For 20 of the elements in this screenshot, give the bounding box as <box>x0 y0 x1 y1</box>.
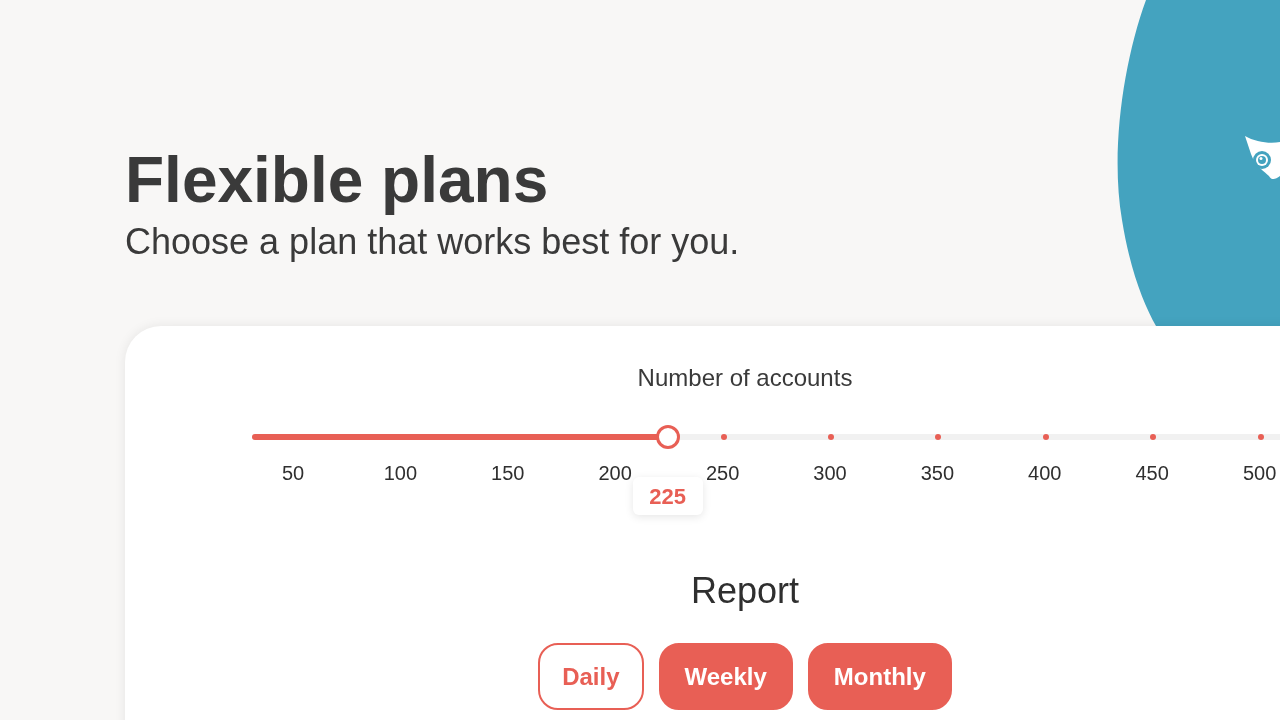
tick-label: 150 <box>490 461 526 486</box>
tick-label: 50 <box>280 461 306 486</box>
report-title: Report <box>690 569 800 613</box>
report-option[interactable]: Weekly <box>658 643 793 710</box>
page-subtitle: Choose a plan that works best for you. <box>125 220 740 264</box>
value-tooltip: 225 <box>632 477 703 515</box>
tick-label: 450 <box>1134 461 1170 486</box>
owl-icon <box>1245 136 1280 182</box>
tick-label: 500 <box>1241 461 1278 486</box>
accounts-label: Number of accounts <box>637 363 853 393</box>
tick-label: 100 <box>382 461 419 486</box>
tick-label: 350 <box>919 461 956 486</box>
tick-label: 200 <box>597 461 633 486</box>
page-title: Flexible plans <box>125 143 550 218</box>
report-option[interactable]: Daily <box>538 643 644 710</box>
slider-thumb[interactable] <box>655 425 680 449</box>
tick-label: 400 <box>1027 461 1063 486</box>
tick-label: 300 <box>812 461 848 486</box>
tick-label: 250 <box>704 461 741 486</box>
report-option[interactable]: Monthly <box>807 643 952 710</box>
